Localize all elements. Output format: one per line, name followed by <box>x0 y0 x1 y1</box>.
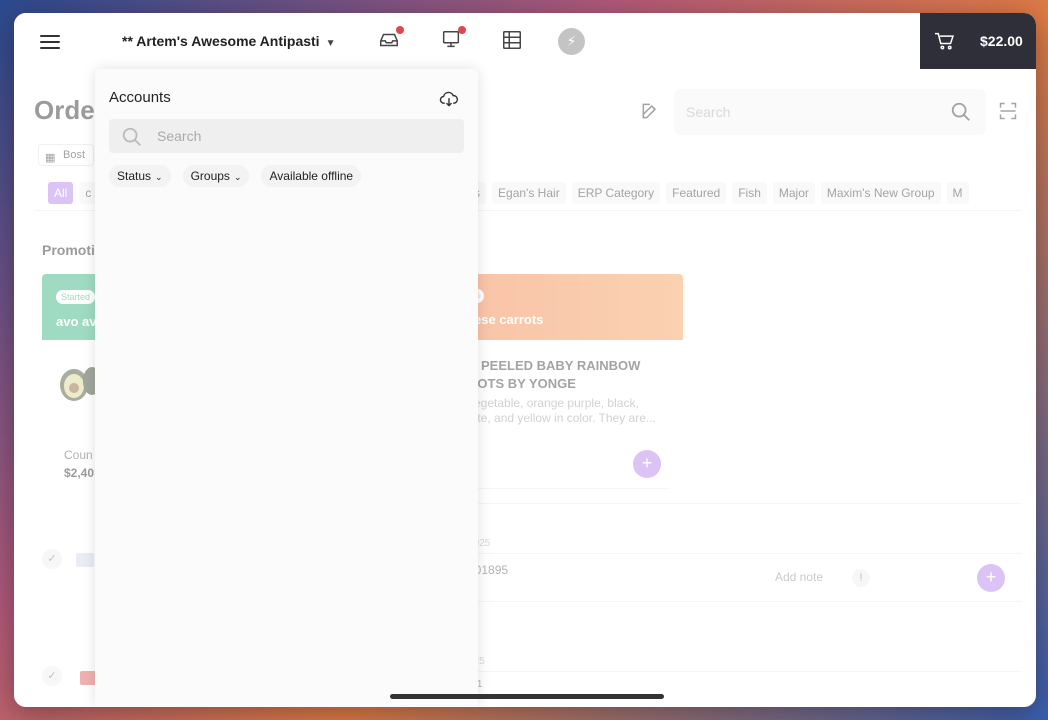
edit-icon[interactable] <box>640 101 662 123</box>
filter-chip[interactable]: Featured <box>666 182 727 204</box>
avocado-image <box>60 367 100 401</box>
check-icon[interactable]: ✓ <box>42 666 62 686</box>
inbox-icon[interactable] <box>378 26 404 53</box>
add-to-cart-button[interactable]: + <box>633 450 661 478</box>
top-bar: ** Artem's Awesome Antipasti ▼ ⚡ $22.00 <box>14 13 1036 69</box>
filter-chip[interactable]: Egan's Hair <box>492 182 566 204</box>
add-order-item-button[interactable]: + <box>977 564 1005 592</box>
filter-chip[interactable]: M <box>946 182 969 204</box>
product-thumbnail <box>76 553 94 567</box>
groups-filter[interactable]: Groups ⌄ <box>182 165 250 187</box>
filter-chip-all[interactable]: All <box>48 182 74 204</box>
accounts-filters: Status ⌄ Groups ⌄ Available offline <box>109 165 362 187</box>
divider <box>464 488 670 489</box>
home-indicator <box>390 694 664 699</box>
accounts-search-input[interactable] <box>157 119 457 153</box>
location-chip[interactable]: ▦ Bost <box>38 144 95 166</box>
bolt-icon[interactable]: ⚡ <box>558 28 585 55</box>
product-title: D PEELED BABY RAINBOW ROTS BY YONGE <box>468 358 641 391</box>
calendar-icon: ▦ <box>45 152 56 164</box>
accounts-popover: Accounts Status⌄ Groups⌄ Available offli… <box>95 69 478 707</box>
status-filter[interactable]: Status ⌄ <box>109 165 171 187</box>
page-search-input[interactable] <box>674 89 934 135</box>
check-icon[interactable]: ✓ <box>42 549 62 569</box>
add-note-button[interactable]: Add note <box>775 570 823 584</box>
chevron-down-icon: ⌄ <box>233 172 242 182</box>
filter-chip[interactable]: ERP Category <box>571 182 661 204</box>
divider <box>464 601 1022 602</box>
divider <box>464 671 1022 672</box>
accounts-search-box <box>109 119 464 153</box>
cloud-download-icon[interactable] <box>439 89 459 109</box>
promotions-title: Promoti <box>42 242 95 258</box>
status-badge: Started <box>56 290 96 304</box>
page-title: Orde <box>34 95 95 125</box>
cart-button[interactable]: $22.00 <box>920 13 1036 69</box>
count-label: Coun <box>64 448 93 462</box>
promo-name: avo av <box>56 314 97 329</box>
caret-down-icon: ▼ <box>325 38 336 49</box>
chevron-down-icon: ⌄ <box>155 172 163 182</box>
product-description: vegetable, orange purple, black, hite, a… <box>468 396 656 425</box>
table-icon[interactable] <box>501 29 525 53</box>
count-value: $2,40 <box>64 466 95 480</box>
hamburger-menu-icon[interactable] <box>40 31 64 51</box>
info-icon[interactable]: ! <box>852 569 870 587</box>
promo-card-orange[interactable]: % ese carrots <box>454 274 683 340</box>
notification-dot <box>458 26 466 34</box>
cart-total: $22.00 <box>980 33 1023 49</box>
status-filter-label: Status <box>117 169 152 183</box>
notification-dot <box>396 26 404 34</box>
available-offline-filter[interactable]: Available offline <box>261 165 362 187</box>
search-icon[interactable] <box>950 101 972 128</box>
page-search-box <box>674 89 986 135</box>
store-selector[interactable]: ** Artem's Awesome Antipasti ▼ <box>122 33 335 49</box>
scan-icon[interactable] <box>998 101 1020 123</box>
location-chip-label: Bost <box>63 149 86 161</box>
accounts-title: Accounts <box>109 89 171 106</box>
promo-name: ese carrots <box>474 312 544 327</box>
display-icon[interactable] <box>440 26 466 53</box>
app-window: ** Artem's Awesome Antipasti ▼ ⚡ $22.00 O… <box>14 13 1036 707</box>
filter-chip[interactable]: Fish <box>732 182 767 204</box>
store-name: ** Artem's Awesome Antipasti <box>122 33 320 49</box>
divider <box>464 553 1022 554</box>
cart-icon <box>934 32 955 55</box>
filter-chip[interactable]: Maxim's New Group <box>820 182 941 204</box>
groups-filter-label: Groups <box>190 169 230 183</box>
divider <box>464 503 1022 504</box>
filter-chip[interactable]: Major <box>772 182 815 204</box>
search-icon <box>121 126 143 153</box>
